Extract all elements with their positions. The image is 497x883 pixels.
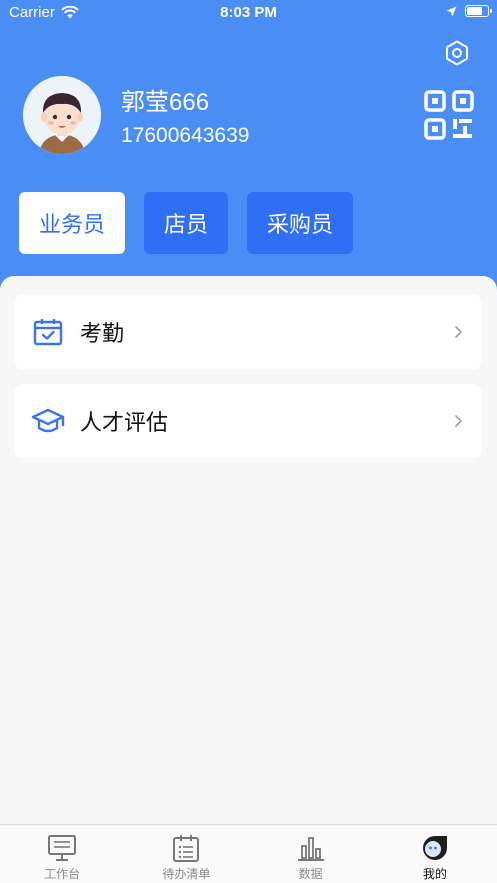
role-tab-salesman[interactable]: 业务员 [19,192,126,254]
role-tabs: 业务员 店员 采购员 [19,192,354,254]
chevron-right-icon [455,415,463,427]
tab-label: 工作台 [44,867,81,881]
chevron-right-icon [455,326,463,338]
menu-item-label: 人才评估 [80,410,169,435]
user-phone: 17600643639 [121,124,250,147]
content-panel: 考勤 人才评估 [0,276,497,824]
gear-icon [446,40,468,66]
status-time: 8:03 PM [220,4,277,21]
tab-todo-list[interactable]: 待办清单 [124,825,248,883]
bottom-tab-bar: 工作台 待办清单 数据 我的 [0,824,497,883]
battery-icon [465,5,492,17]
graduation-cap-icon [30,403,66,439]
tab-mine[interactable]: 我的 [373,825,497,883]
monitor-icon [47,834,77,862]
avatar-boy-illustration [23,76,101,154]
status-bar: Carrier 8:03 PM [0,0,497,26]
qr-code-icon [424,90,474,140]
menu-item-talent-assessment[interactable]: 人才评估 [14,384,482,458]
menu-item-attendance[interactable]: 考勤 [14,295,482,369]
todo-list-icon [171,834,201,862]
user-name: 郭莹666 [121,89,210,116]
profile-face-icon [420,834,450,862]
tab-label: 数据 [298,867,323,881]
settings-button[interactable] [441,37,473,69]
role-tab-purchaser[interactable]: 采购员 [247,192,354,254]
role-tab-clerk[interactable]: 店员 [144,192,229,254]
status-right [446,5,492,17]
tab-label: 待办清单 [162,867,211,881]
tab-workbench[interactable]: 工作台 [0,825,124,883]
avatar[interactable] [23,76,101,154]
qr-code-button[interactable] [424,90,474,140]
menu-item-label: 考勤 [80,321,125,346]
calendar-check-icon [30,314,66,350]
tab-data[interactable]: 数据 [249,825,373,883]
bar-chart-icon [296,834,326,862]
location-arrow-icon [446,6,457,16]
tab-label: 我的 [422,867,447,881]
